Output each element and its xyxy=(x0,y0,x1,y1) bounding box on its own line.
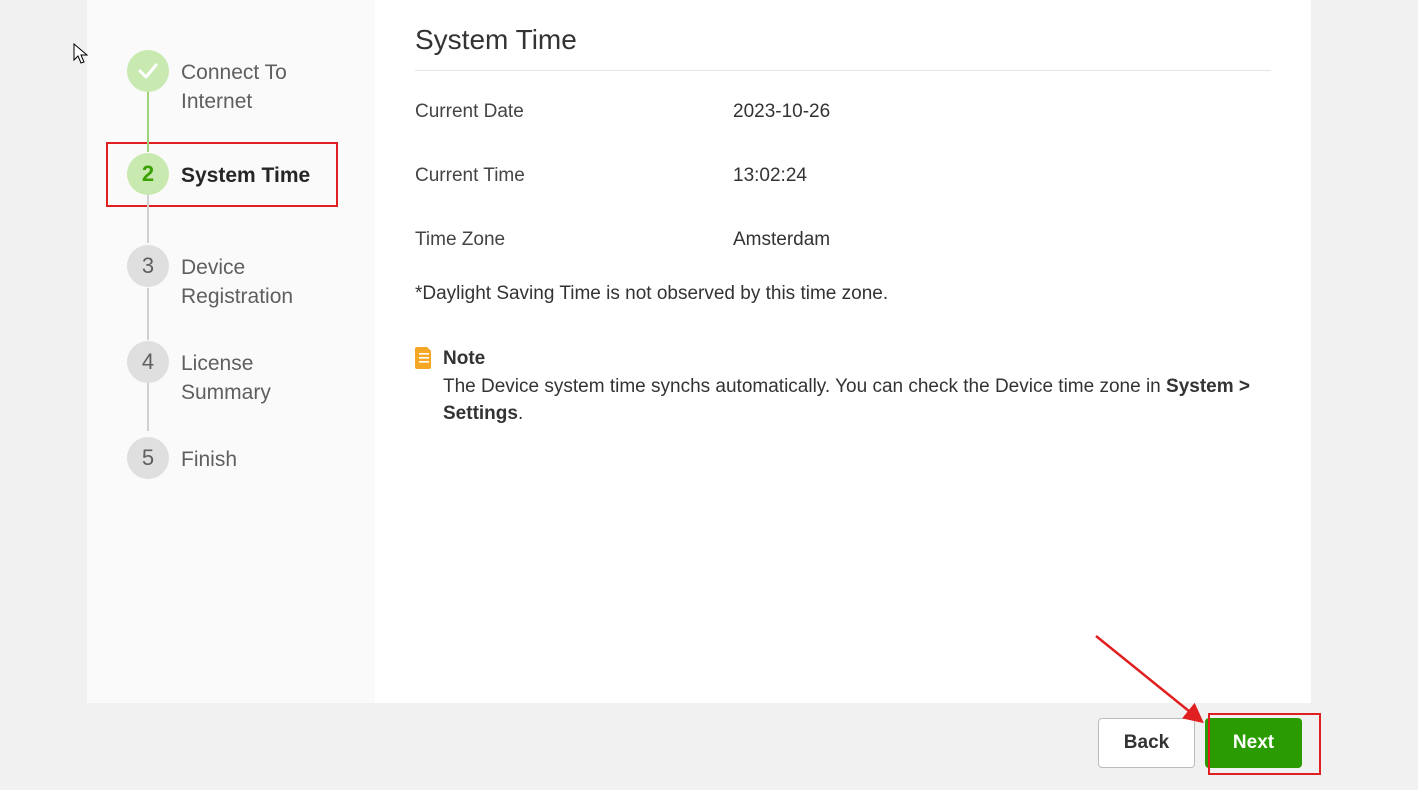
field-list: Current Date 2023-10-26 Current Time 13:… xyxy=(415,101,1271,251)
field-current-time: Current Time 13:02:24 xyxy=(415,165,1271,187)
step-connector xyxy=(147,383,149,431)
note-text: Note The Device system time synchs autom… xyxy=(443,345,1271,428)
step-label: Connect To Internet xyxy=(169,50,339,117)
back-button[interactable]: Back xyxy=(1098,718,1195,768)
page-title: System Time xyxy=(415,24,1271,71)
step-circle-done xyxy=(127,50,169,92)
dst-note: *Daylight Saving Time is not observed by… xyxy=(415,283,1271,305)
note-body-suffix: . xyxy=(518,403,523,424)
note-icon xyxy=(415,347,433,369)
field-time-zone: Time Zone Amsterdam xyxy=(415,229,1271,251)
wizard-main: System Time Current Date 2023-10-26 Curr… xyxy=(375,0,1311,703)
step-connector xyxy=(147,92,149,152)
next-button[interactable]: Next xyxy=(1205,718,1302,768)
field-value: Amsterdam xyxy=(733,229,830,251)
step-system-time[interactable]: 2 System Time xyxy=(87,153,375,245)
step-list: Connect To Internet 2 System Time 3 Devi… xyxy=(87,50,375,479)
field-current-date: Current Date 2023-10-26 xyxy=(415,101,1271,123)
step-circle-pending: 3 xyxy=(127,245,169,287)
field-value: 13:02:24 xyxy=(733,165,807,187)
step-circle-active: 2 xyxy=(127,153,169,195)
step-label: License Summary xyxy=(169,341,339,408)
step-circle-pending: 5 xyxy=(127,437,169,479)
wizard-footer: Back Next xyxy=(1098,718,1313,768)
step-circle-pending: 4 xyxy=(127,341,169,383)
check-icon xyxy=(136,59,160,83)
step-finish[interactable]: 5 Finish xyxy=(87,437,375,479)
step-connector xyxy=(147,288,149,340)
field-label: Time Zone xyxy=(415,229,733,251)
note-block: Note The Device system time synchs autom… xyxy=(415,345,1271,428)
field-value: 2023-10-26 xyxy=(733,101,830,123)
wizard-sidebar: Connect To Internet 2 System Time 3 Devi… xyxy=(87,0,375,703)
step-label: System Time xyxy=(169,153,310,190)
step-label: Device Registration xyxy=(169,245,339,312)
note-title: Note xyxy=(443,348,485,369)
field-label: Current Date xyxy=(415,101,733,123)
step-device-registration[interactable]: 3 Device Registration xyxy=(87,245,375,341)
wizard-panel: Connect To Internet 2 System Time 3 Devi… xyxy=(87,0,1311,703)
step-label: Finish xyxy=(169,437,237,474)
step-connect-to-internet[interactable]: Connect To Internet xyxy=(87,50,375,153)
step-connector xyxy=(147,195,149,243)
note-body-prefix: The Device system time synchs automatica… xyxy=(443,376,1166,397)
field-label: Current Time xyxy=(415,165,733,187)
step-license-summary[interactable]: 4 License Summary xyxy=(87,341,375,437)
